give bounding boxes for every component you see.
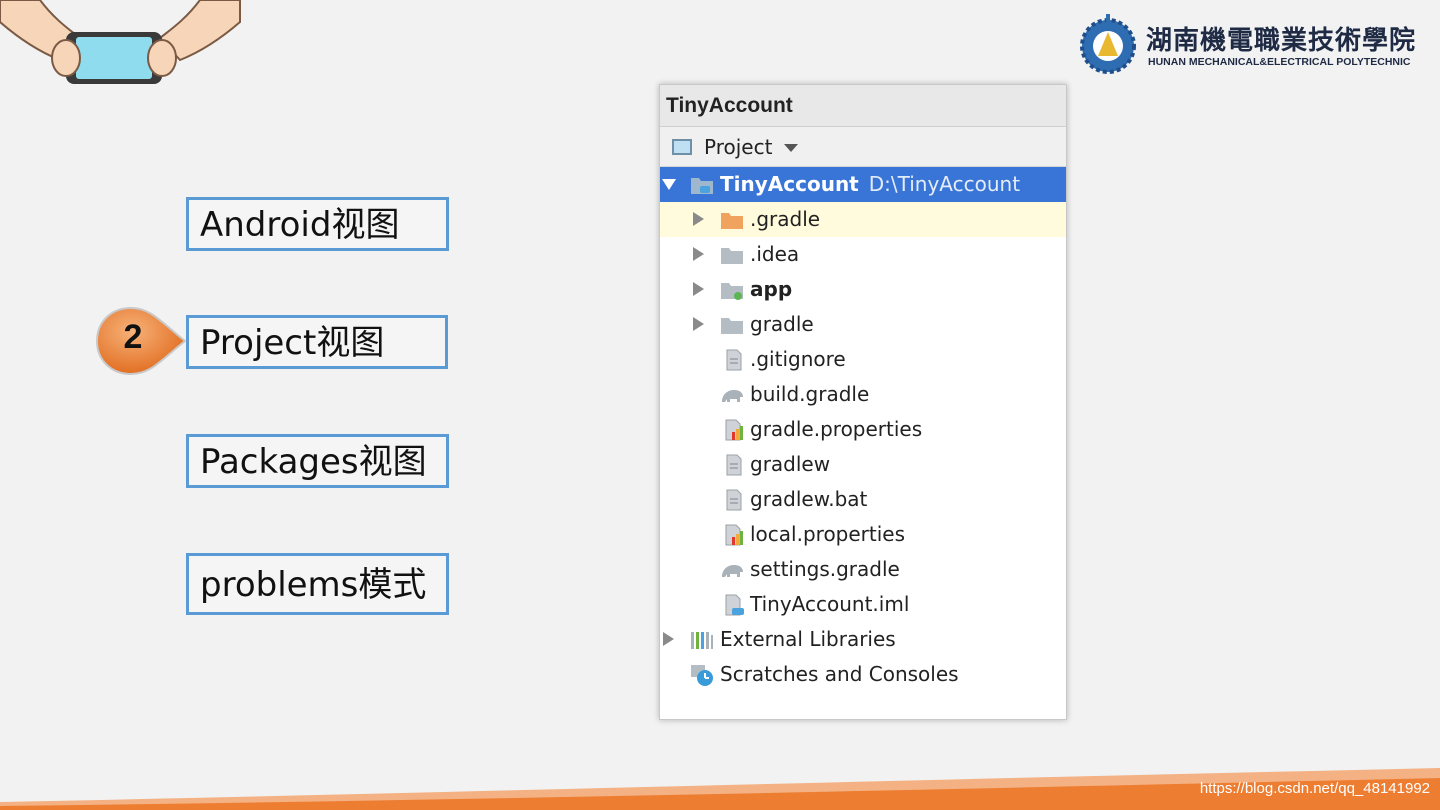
project-view-icon: [672, 138, 692, 155]
tree-item-label: app: [750, 277, 793, 301]
module-folder-icon: [691, 178, 713, 194]
tree-item-iml[interactable]: TinyAccount.iml: [660, 587, 1066, 622]
tree-item-settings-gradle[interactable]: settings.gradle: [660, 552, 1066, 587]
college-emblem-icon: [1080, 14, 1136, 74]
tree-item-label: gradlew: [750, 452, 831, 476]
tree-root-tinyaccount[interactable]: TinyAccount D:\TinyAccount: [660, 167, 1066, 202]
view-selector-dropdown[interactable]: Project: [660, 127, 1066, 167]
tree-item-gitignore[interactable]: .gitignore: [660, 342, 1066, 377]
tree-item-label: build.gradle: [750, 382, 870, 406]
android-view-box: Android视图: [186, 197, 449, 251]
folder-icon: [721, 318, 743, 334]
project-tree: TinyAccount D:\TinyAccount .gradle .idea …: [660, 167, 1066, 692]
problems-mode-box: problems模式: [186, 553, 449, 615]
scratches-consoles-icon: [691, 665, 713, 686]
college-logo: 湖南機電職業技術學院 HUNAN MECHANICAL&ELECTRICAL P…: [1078, 10, 1428, 76]
libraries-icon: [691, 632, 713, 649]
college-name-chinese: 湖南機電職業技術學院: [1146, 26, 1417, 56]
text-file-icon: [726, 489, 742, 511]
expand-arrow-icon[interactable]: [693, 247, 704, 261]
text-file-icon: [726, 349, 742, 371]
orange-folder-icon: [721, 213, 743, 229]
tree-item-label: local.properties: [750, 522, 906, 546]
gradle-elephant-icon: [722, 390, 743, 402]
tree-item-label: .gradle: [750, 207, 821, 231]
watermark-url: https://blog.csdn.net/qq_48141992: [1199, 780, 1430, 797]
tree-item-label: gradlew.bat: [750, 487, 868, 511]
hands-phone-illustration: [0, 0, 241, 84]
tree-item-gradle[interactable]: gradle: [660, 307, 1066, 342]
folder-icon: [721, 248, 743, 264]
tree-item-build-gradle[interactable]: build.gradle: [660, 377, 1066, 412]
tree-item-gradlew[interactable]: gradlew: [660, 447, 1066, 482]
tree-item-label: gradle.properties: [750, 417, 923, 441]
tree-item-label: TinyAccount.iml: [750, 592, 910, 616]
collapse-arrow-icon[interactable]: [662, 179, 676, 190]
tree-item-label: .idea: [750, 242, 800, 266]
text-file-icon: [726, 454, 742, 476]
expand-arrow-icon[interactable]: [693, 317, 704, 331]
tool-window-title: TinyAccount: [660, 85, 1066, 127]
tree-item-scratches[interactable]: Scratches and Consoles: [660, 657, 1066, 692]
expand-arrow-icon[interactable]: [693, 282, 704, 296]
expand-arrow-icon[interactable]: [693, 212, 704, 226]
view-selector-label: Project: [704, 134, 773, 159]
tree-item-local-properties[interactable]: local.properties: [660, 517, 1066, 552]
dropdown-arrow-icon[interactable]: [784, 143, 799, 152]
tree-item-gradlew-bat[interactable]: gradlew.bat: [660, 482, 1066, 517]
project-tool-window: TinyAccount Project TinyAccount D:\TinyAc…: [659, 84, 1067, 720]
tree-item-label: .gitignore: [750, 347, 846, 371]
root-project-name: TinyAccount: [720, 172, 859, 196]
tree-item-label: External Libraries: [720, 627, 896, 651]
properties-file-icon: [725, 419, 743, 441]
packages-view-box: Packages视图: [186, 434, 449, 488]
tree-item-label: Scratches and Consoles: [720, 662, 959, 686]
project-view-box: Project视图: [186, 315, 448, 369]
tree-item-gradle-dir[interactable]: .gradle: [660, 202, 1066, 237]
root-project-path: D:\TinyAccount: [868, 172, 1021, 196]
android-module-folder-icon: [721, 283, 743, 300]
expand-arrow-icon[interactable]: [663, 632, 674, 646]
tree-item-gradle-properties[interactable]: gradle.properties: [660, 412, 1066, 447]
properties-file-icon: [725, 524, 743, 546]
tree-item-external-libraries[interactable]: External Libraries: [660, 622, 1066, 657]
tree-item-idea[interactable]: .idea: [660, 237, 1066, 272]
college-name-english: HUNAN MECHANICAL&ELECTRICAL POLYTECHNIC: [1148, 56, 1411, 68]
tree-item-label: settings.gradle: [750, 557, 900, 581]
tree-item-app[interactable]: app: [660, 272, 1066, 307]
module-file-icon: [725, 594, 744, 616]
tree-item-label: gradle: [750, 312, 814, 336]
step-number: 2: [123, 318, 143, 356]
gradle-elephant-icon: [722, 565, 743, 577]
